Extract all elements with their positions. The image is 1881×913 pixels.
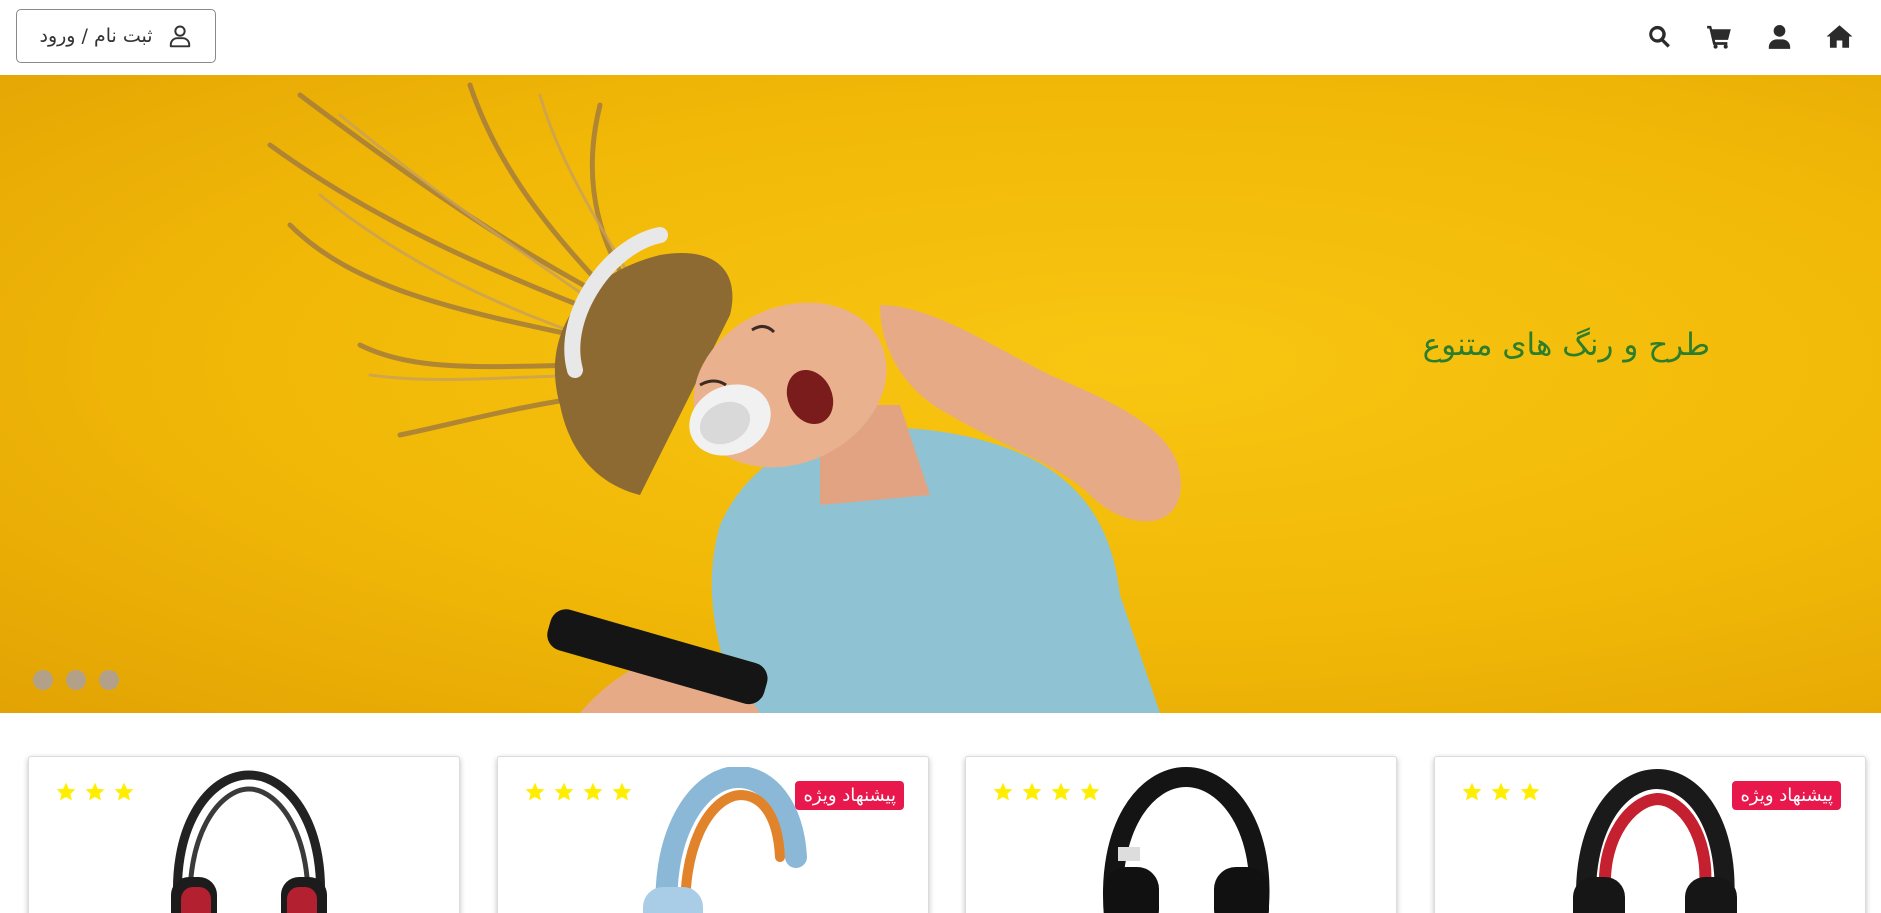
home-icon bbox=[1826, 24, 1852, 48]
star-icon bbox=[525, 782, 545, 801]
special-offer-badge: پیشنهاد ویژه bbox=[795, 781, 904, 810]
hero-slider[interactable]: طرح و رنگ های متنوع bbox=[0, 75, 1881, 713]
star-icon bbox=[1022, 782, 1042, 801]
login-register-label: ثبت نام / ورود bbox=[39, 25, 153, 47]
product-card[interactable]: پیشنهاد ویژه bbox=[1434, 756, 1866, 913]
special-offer-badge: پیشنهاد ویژه bbox=[1732, 781, 1841, 810]
star-icon bbox=[1520, 782, 1540, 801]
star-icon bbox=[1051, 782, 1071, 801]
user-icon bbox=[1768, 24, 1790, 49]
hero-caption: طرح و رنگ های متنوع bbox=[1422, 327, 1710, 363]
star-icon bbox=[56, 782, 76, 801]
product-image-headphones bbox=[171, 770, 327, 913]
star-icon bbox=[583, 782, 603, 801]
cart-icon bbox=[1706, 25, 1731, 49]
user-outline-icon bbox=[169, 25, 190, 48]
star-icon bbox=[554, 782, 574, 801]
product-card[interactable] bbox=[28, 756, 460, 913]
cart-button[interactable] bbox=[1689, 14, 1749, 58]
top-navbar: ثبت نام / ورود bbox=[0, 0, 1881, 75]
search-icon bbox=[1648, 25, 1670, 48]
slider-indicators bbox=[33, 670, 119, 690]
star-icon bbox=[114, 782, 134, 801]
product-card[interactable]: پیشنهاد ویژه bbox=[497, 756, 929, 913]
product-card[interactable] bbox=[965, 756, 1397, 913]
rating-stars bbox=[992, 781, 1101, 803]
hero-image bbox=[267, 82, 1181, 713]
slider-dot-1[interactable] bbox=[33, 670, 53, 690]
home-button[interactable] bbox=[1809, 14, 1869, 58]
star-icon bbox=[85, 782, 105, 801]
rating-stars bbox=[55, 781, 135, 803]
slider-dot-3[interactable] bbox=[99, 670, 119, 690]
login-register-button[interactable]: ثبت نام / ورود bbox=[16, 9, 216, 63]
product-image-headphones bbox=[1103, 767, 1270, 913]
product-image-headphones bbox=[1573, 768, 1737, 913]
rating-stars bbox=[1461, 781, 1541, 803]
rating-stars bbox=[524, 781, 633, 803]
search-button[interactable] bbox=[1629, 14, 1689, 58]
nav-icon-group bbox=[1629, 14, 1869, 58]
star-icon bbox=[1491, 782, 1511, 801]
account-button[interactable] bbox=[1749, 14, 1809, 58]
slider-dot-2[interactable] bbox=[66, 670, 86, 690]
product-image-headphones bbox=[643, 767, 807, 913]
star-icon bbox=[993, 782, 1013, 801]
star-icon bbox=[1462, 782, 1482, 801]
